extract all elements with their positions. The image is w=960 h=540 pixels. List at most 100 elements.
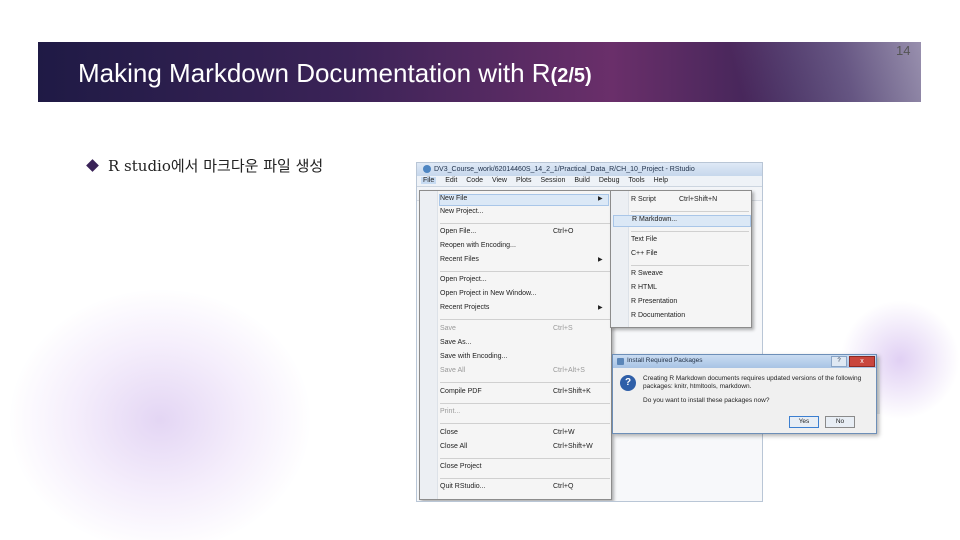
menu-item-close[interactable]: Close Ctrl+W — [440, 429, 610, 441]
menu-separator — [440, 223, 610, 224]
menu-gutter — [420, 191, 438, 499]
submenu-arrow-icon: ▶ — [598, 257, 603, 263]
install-packages-dialog: Install Required Packages ? x ? Creating… — [612, 354, 877, 434]
submenu-separator — [631, 211, 749, 212]
submenu-item-label: R Sweave — [631, 270, 663, 277]
menu-separator — [440, 423, 610, 424]
menu-item-print[interactable]: Print... — [440, 408, 610, 420]
menu-item-label: New File — [440, 195, 468, 202]
submenu-item-label: Text File — [631, 236, 658, 243]
menu-item-label: Print... — [440, 408, 461, 415]
bullet-diamond-icon — [86, 159, 99, 172]
rstudio-logo-icon — [423, 165, 431, 173]
menu-item-label: Close All — [440, 443, 468, 450]
menu-plots[interactable]: Plots — [516, 177, 532, 184]
menu-item-new-project[interactable]: New Project... — [440, 208, 610, 220]
menu-item-label: Save — [440, 325, 456, 332]
submenu-gutter — [611, 191, 629, 327]
submenu-item-label: R Presentation — [631, 298, 678, 305]
menu-item-label: Open Project in New Window... — [440, 290, 537, 297]
menu-item-open-file[interactable]: Open File... Ctrl+O — [440, 228, 610, 240]
submenu-item-r-presentation[interactable]: R Presentation — [631, 298, 751, 310]
question-icon: ? — [620, 375, 636, 391]
menu-edit[interactable]: Edit — [445, 177, 457, 184]
menu-item-label: New Project... — [440, 208, 484, 215]
menu-item-shortcut: Ctrl+Q — [553, 483, 574, 490]
menu-view[interactable]: View — [492, 177, 507, 184]
submenu-item-r-markdown[interactable]: R Markdown... — [613, 215, 751, 227]
submenu-item-r-script[interactable]: R Script Ctrl+Shift+N — [631, 196, 751, 208]
menu-separator — [440, 458, 610, 459]
rstudio-screenshot: DV3_Course_work/62014460S_14_2_1/Practic… — [416, 162, 763, 502]
menu-item-label: Recent Projects — [440, 304, 490, 311]
menu-item-compile-pdf[interactable]: Compile PDF Ctrl+Shift+K — [440, 388, 610, 400]
menu-item-new-file[interactable]: New File ▶ — [439, 194, 609, 206]
slide-title-main: Making Markdown Documentation with R — [78, 58, 551, 88]
bullet-text: R studio에서 마크다운 파일 생성 — [108, 157, 324, 175]
menu-item-label: Close — [440, 429, 458, 436]
menu-item-shortcut: Ctrl+S — [553, 325, 573, 332]
menu-item-reopen-encoding[interactable]: Reopen with Encoding... — [440, 242, 610, 254]
file-menu: New File ▶ New Project... Open File... Ctr… — [419, 190, 612, 500]
submenu-item-r-sweave[interactable]: R Sweave — [631, 270, 751, 282]
menu-separator — [440, 319, 610, 320]
submenu-item-r-documentation[interactable]: R Documentation — [631, 312, 751, 324]
background-glow-left — [10, 290, 310, 540]
dialog-title: Install Required Packages — [627, 357, 703, 364]
dialog-help-button[interactable]: ? — [831, 356, 847, 367]
no-button[interactable]: No — [825, 416, 855, 428]
menu-item-recent-files[interactable]: Recent Files ▶ — [440, 256, 610, 268]
menu-tools[interactable]: Tools — [628, 177, 644, 184]
menu-item-open-project[interactable]: Open Project... — [440, 276, 610, 288]
yes-button[interactable]: Yes — [789, 416, 819, 428]
page-number: 14 — [896, 43, 911, 58]
menu-item-label: Quit RStudio... — [440, 483, 486, 490]
menu-code[interactable]: Code — [466, 177, 483, 184]
submenu-item-label: R Markdown... — [632, 216, 678, 223]
submenu-arrow-icon: ▶ — [598, 196, 603, 202]
menu-item-label: Reopen with Encoding... — [440, 242, 516, 249]
menu-item-save-encoding[interactable]: Save with Encoding... — [440, 353, 610, 365]
menu-item-label: Close Project — [440, 463, 482, 470]
dialog-message: Creating R Markdown documents requires u… — [643, 375, 862, 390]
dialog-title-bar: Install Required Packages ? x — [613, 355, 876, 368]
submenu-arrow-icon: ▶ — [598, 305, 603, 311]
submenu-item-label: R Documentation — [631, 312, 686, 319]
menu-debug[interactable]: Debug — [599, 177, 620, 184]
menu-item-open-project-window[interactable]: Open Project in New Window... — [440, 290, 610, 302]
submenu-item-label: C++ File — [631, 250, 658, 257]
rstudio-menubar: File Edit Code View Plots Session Build … — [417, 176, 762, 187]
menu-build[interactable]: Build — [574, 177, 590, 184]
submenu-item-text-file[interactable]: Text File — [631, 236, 751, 248]
menu-item-close-project[interactable]: Close Project — [440, 463, 610, 475]
menu-item-shortcut: Ctrl+Shift+K — [553, 388, 591, 395]
menu-separator — [440, 271, 610, 272]
menu-item-label: Save All — [440, 367, 466, 374]
menu-file[interactable]: File — [421, 177, 437, 184]
menu-help[interactable]: Help — [654, 177, 668, 184]
menu-item-save[interactable]: Save Ctrl+S — [440, 325, 610, 337]
new-file-submenu: R Script Ctrl+Shift+N R Markdown... Text … — [610, 190, 752, 328]
menu-item-save-as[interactable]: Save As... — [440, 339, 610, 351]
menu-item-quit[interactable]: Quit RStudio... Ctrl+Q — [440, 483, 610, 495]
dialog-close-button[interactable]: x — [849, 356, 875, 367]
menu-item-label: Recent Files — [440, 256, 479, 263]
menu-item-shortcut: Ctrl+Alt+S — [553, 367, 585, 374]
submenu-item-shortcut: Ctrl+Shift+N — [679, 196, 718, 203]
menu-item-close-all[interactable]: Close All Ctrl+Shift+W — [440, 443, 610, 455]
submenu-item-cpp-file[interactable]: C++ File — [631, 250, 751, 262]
menu-item-shortcut: Ctrl+W — [553, 429, 575, 436]
menu-item-label: Open File... — [440, 228, 477, 235]
menu-session[interactable]: Session — [540, 177, 565, 184]
slide-title: Making Markdown Documentation with R(2/5… — [78, 58, 592, 89]
menu-item-recent-projects[interactable]: Recent Projects ▶ — [440, 304, 610, 316]
title-banner-shine — [661, 42, 921, 102]
menu-item-shortcut: Ctrl+O — [553, 228, 574, 235]
dialog-window-icon — [617, 358, 624, 365]
rstudio-window-title: DV3_Course_work/62014460S_14_2_1/Practic… — [417, 163, 762, 176]
submenu-separator — [631, 231, 749, 232]
menu-item-save-all[interactable]: Save All Ctrl+Alt+S — [440, 367, 610, 379]
submenu-item-r-html[interactable]: R HTML — [631, 284, 751, 296]
slide-title-suffix: (2/5) — [550, 65, 592, 87]
menu-separator — [440, 403, 610, 404]
